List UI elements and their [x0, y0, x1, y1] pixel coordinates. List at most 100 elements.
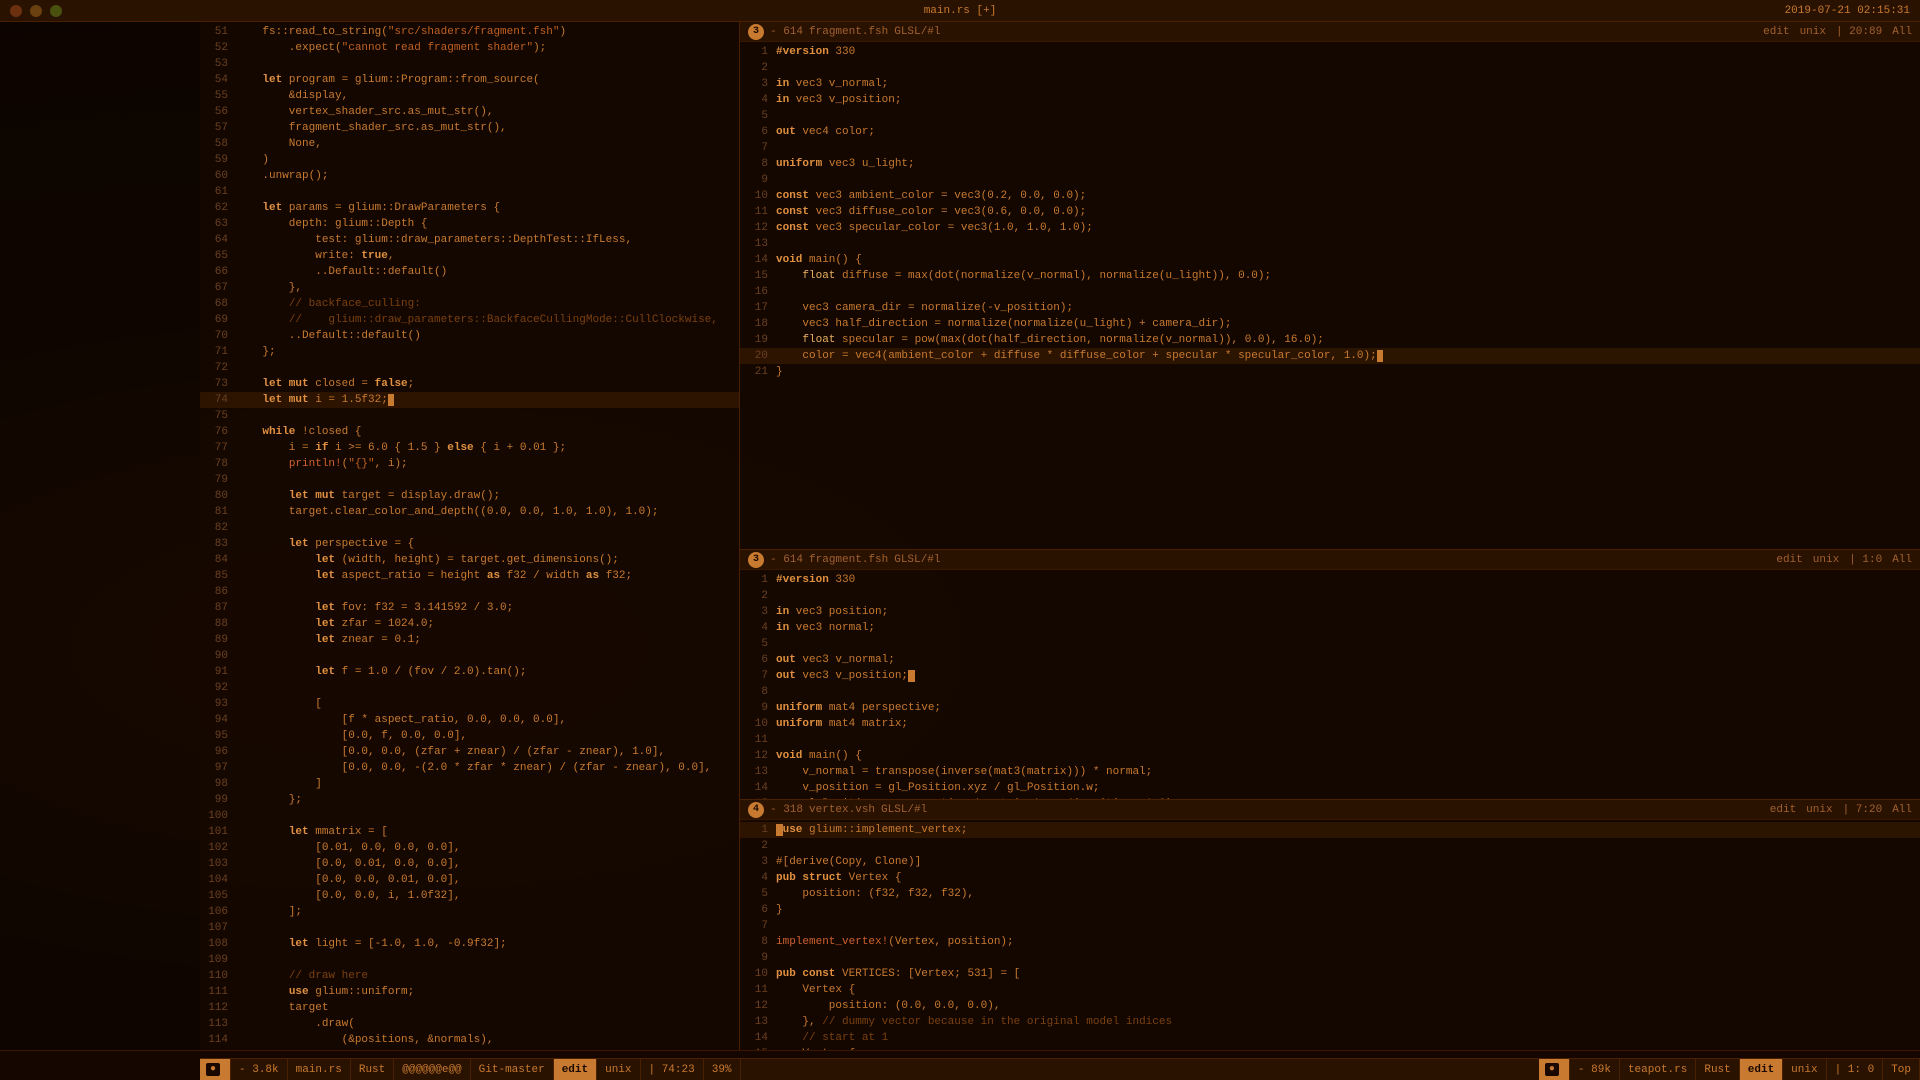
code-line: 71 }; [200, 344, 739, 360]
code-line: 102 [0.01, 0.0, 0.0, 0.0], [200, 840, 739, 856]
code-line: 18 vec3 half_direction = normalize(norma… [740, 316, 1920, 332]
code-line: 7out vec3 v_position; [740, 668, 1920, 684]
status-left-encoding: unix [597, 1059, 640, 1080]
code-line: 111 use glium::uniform; [200, 984, 739, 1000]
code-line: 114 (&positions, &normals), [200, 1032, 739, 1048]
pane-header-fragment-top: 3 - 614 fragment.fsh GLSL/#l edit unix |… [740, 22, 1920, 42]
code-line: 70 ..Default::default() [200, 328, 739, 344]
pane-position: | 7:20 [1843, 804, 1883, 816]
code-line: 64 test: glium::draw_parameters::DepthTe… [200, 232, 739, 248]
right-pane: 3 - 614 fragment.fsh GLSL/#l edit unix |… [740, 22, 1920, 1050]
code-line: 104 [0.0, 0.0, 0.01, 0.0], [200, 872, 739, 888]
code-line: 11 Vertex { [740, 982, 1920, 998]
code-line: 109 [200, 952, 739, 968]
code-line: 10pub const VERTICES: [Vertex; 531] = [ [740, 966, 1920, 982]
pane-mode: edit [1770, 804, 1796, 816]
code-line: 85 let aspect_ratio = height as f32 / wi… [200, 568, 739, 584]
code-line: 92 [200, 680, 739, 696]
code-line: 6} [740, 902, 1920, 918]
code-line: 62 let params = glium::DrawParameters { [200, 200, 739, 216]
code-line: 3in vec3 v_normal; [740, 76, 1920, 92]
code-line: 52 .expect("cannot read fragment shader"… [200, 40, 739, 56]
code-line: 14void main() { [740, 252, 1920, 268]
code-line: 53 [200, 56, 739, 72]
pane-mode: edit [1763, 26, 1789, 38]
code-line: 112 target [200, 1000, 739, 1016]
code-line: 4in vec3 normal; [740, 620, 1920, 636]
pane-badge: 4 [748, 802, 764, 818]
code-area-vertex[interactable]: 1#version 330 2 3in vec3 position; 4in v… [740, 570, 1920, 800]
code-line: 82 [200, 520, 739, 536]
pane-mode: edit [1776, 554, 1802, 566]
status-left-pos: | 74:23 [641, 1059, 704, 1080]
code-line: 94 [f * aspect_ratio, 0.0, 0.0, 0.0], [200, 712, 739, 728]
code-line: 79 [200, 472, 739, 488]
pane-encoding: unix [1813, 554, 1839, 566]
code-line: 76 while !closed { [200, 424, 739, 440]
code-line: 105 [0.0, 0.0, i, 1.0f32], [200, 888, 739, 904]
code-line: 13 [740, 236, 1920, 252]
code-line: 101 let mmatrix = [ [200, 824, 739, 840]
code-line: 110 // draw here [200, 968, 739, 984]
code-line: 54 let program = glium::Program::from_so… [200, 72, 739, 88]
right-mid-pane: 3 - 614 fragment.fsh GLSL/#l edit unix |… [740, 550, 1920, 800]
minimize-button[interactable] [30, 5, 42, 17]
code-line: 88 let zfar = 1024.0; [200, 616, 739, 632]
code-line: 11 [740, 732, 1920, 748]
status-circle-indicator: ● [206, 1063, 220, 1076]
code-line: 10uniform mat4 matrix; [740, 716, 1920, 732]
pane-badge: 3 [748, 552, 764, 568]
pane-filename: fragment.fsh [809, 554, 888, 566]
code-line: 3#[derive(Copy, Clone)] [740, 854, 1920, 870]
code-line: 2 [740, 588, 1920, 604]
code-line: 1#version 330 [740, 572, 1920, 588]
code-line: 9 [740, 172, 1920, 188]
code-line: 108 let light = [-1.0, 1.0, -0.9f32]; [200, 936, 739, 952]
pane-filename: vertex.vsh [809, 804, 875, 816]
code-line: 2 [740, 60, 1920, 76]
code-line: 91 let f = 1.0 / (fov / 2.0).tan(); [200, 664, 739, 680]
code-line: 2 [740, 838, 1920, 854]
pane-lines-count: - 614 [770, 26, 803, 38]
status-right-scroll: Top [1883, 1059, 1920, 1080]
close-button[interactable] [10, 5, 22, 17]
code-line: 89 let znear = 0.1; [200, 632, 739, 648]
code-line: 72 [200, 360, 739, 376]
code-line: 5 position: (f32, f32, f32), [740, 886, 1920, 902]
pane-all: All [1892, 554, 1912, 566]
status-right-indicator: ● [1539, 1059, 1570, 1080]
left-panel [0, 22, 200, 1050]
code-line: 12 position: (0.0, 0.0, 0.0), [740, 998, 1920, 1014]
code-line: 10const vec3 ambient_color = vec3(0.2, 0… [740, 188, 1920, 204]
titlebar-buttons [10, 5, 62, 17]
code-line: 14 // start at 1 [740, 1030, 1920, 1046]
code-area-teapot[interactable]: 1 use glium::implement_vertex; 2 3#[deri… [740, 820, 1920, 1050]
status-left-lines: - 3.8k [231, 1059, 288, 1080]
code-line: 56 vertex_shader_src.as_mut_str(), [200, 104, 739, 120]
maximize-button[interactable] [50, 5, 62, 17]
code-line: 73 let mut closed = false; [200, 376, 739, 392]
code-line: 17 vec3 camera_dir = normalize(-v_positi… [740, 300, 1920, 316]
code-area-fragment-top[interactable]: 1#version 330 2 3in vec3 v_normal; 4in v… [740, 42, 1920, 382]
window-title: main.rs [+] [924, 5, 997, 17]
code-line: 7 [740, 918, 1920, 934]
code-line: 97 [0.0, 0.0, -(2.0 * zfar * znear) / (z… [200, 760, 739, 776]
code-line-active: 20 color = vec4(ambient_color + diffuse … [740, 348, 1920, 364]
code-line: 8 [740, 684, 1920, 700]
statusbar: ● - 3.8k main.rs Rust @@@@@@e@@ Git-mast… [200, 1058, 1920, 1080]
code-line: 11const vec3 diffuse_color = vec3(0.6, 0… [740, 204, 1920, 220]
code-line: 68 // backface_culling: [200, 296, 739, 312]
code-line: 13 v_normal = transpose(inverse(mat3(mat… [740, 764, 1920, 780]
code-line: 78 println!("{}", i); [200, 456, 739, 472]
status-right-filename: teapot.rs [1620, 1059, 1696, 1080]
status-left-percent: 39% [704, 1059, 741, 1080]
code-line: 6out vec4 color; [740, 124, 1920, 140]
pane-badge: 3 [748, 24, 764, 40]
pane-encoding: unix [1806, 804, 1832, 816]
code-line: 95 [0.0, f, 0.0, 0.0], [200, 728, 739, 744]
code-line: 75 [200, 408, 739, 424]
pane-lines-count: - 318 [770, 804, 803, 816]
code-line: 51 fs::read_to_string("src/shaders/fragm… [200, 24, 739, 40]
code-line: 59 ) [200, 152, 739, 168]
code-area-main[interactable]: 51 fs::read_to_string("src/shaders/fragm… [200, 22, 739, 1050]
